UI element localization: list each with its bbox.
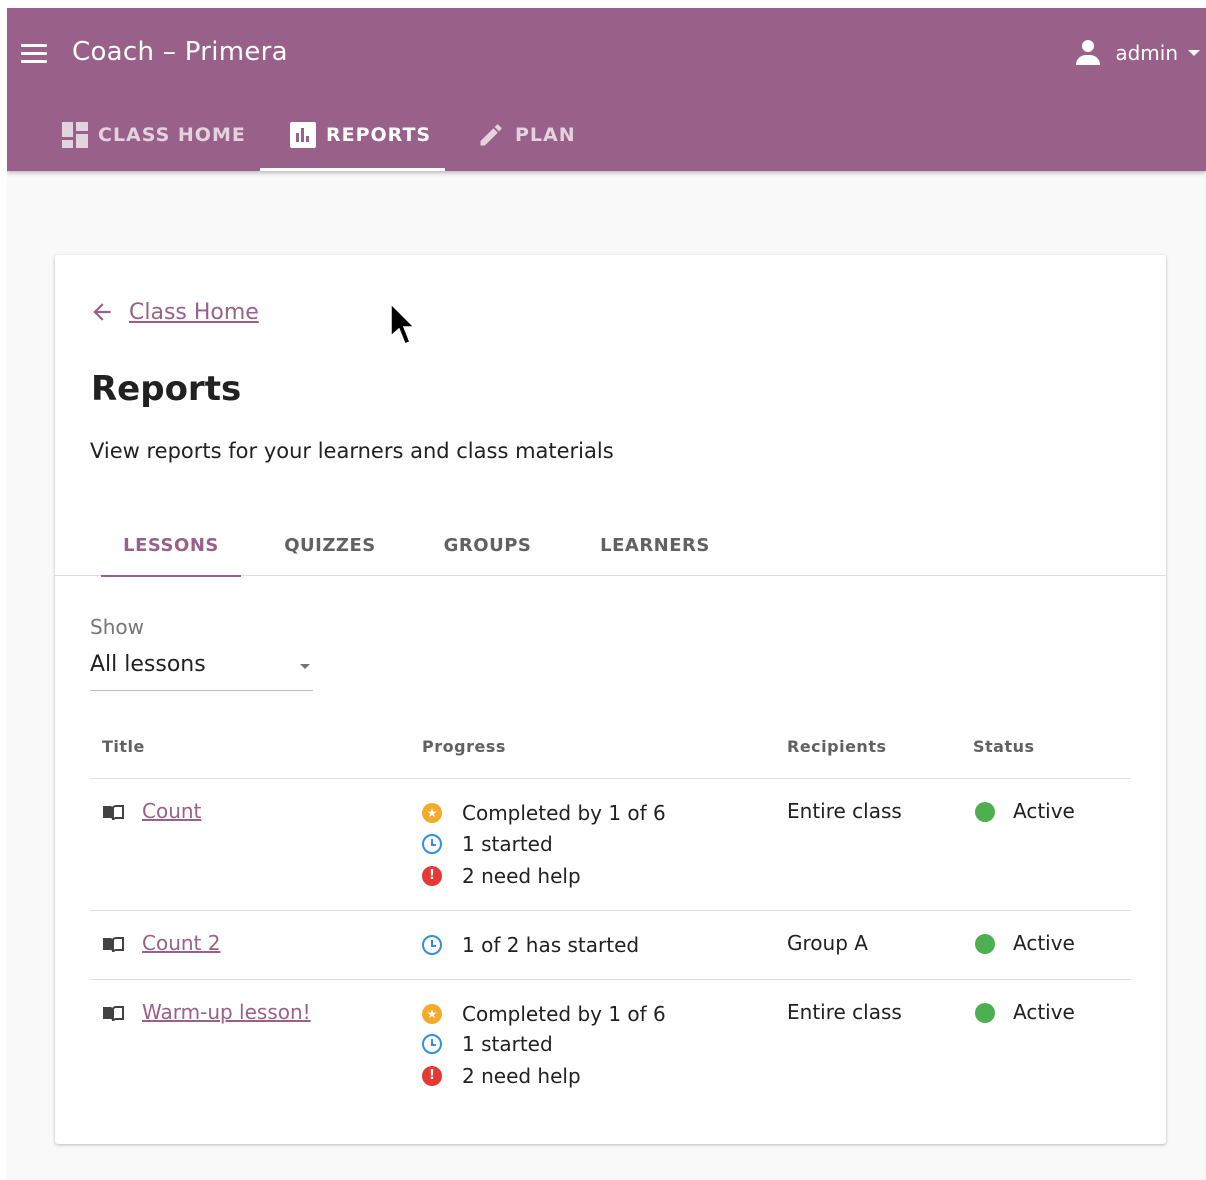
app-window: Coach – Primera admin CLASS HOME REPORTS… xyxy=(7,8,1206,1180)
nav-tab-plan[interactable]: PLAN xyxy=(445,98,605,171)
error-icon xyxy=(422,866,442,886)
person-icon xyxy=(1075,39,1101,67)
lesson-book-icon xyxy=(103,937,124,953)
tab-quizzes[interactable]: QUIZZES xyxy=(265,523,395,576)
lesson-title-link[interactable]: Count xyxy=(142,799,201,823)
recipients: Group A xyxy=(787,931,868,955)
select-value: All lessons xyxy=(90,652,206,677)
progress-need-help: 2 need help xyxy=(422,1062,581,1090)
clock-icon xyxy=(422,1034,442,1054)
recipients: Entire class xyxy=(787,799,902,823)
tab-groups[interactable]: GROUPS xyxy=(425,523,550,576)
back-link-label: Class Home xyxy=(129,299,259,325)
lesson-book-icon xyxy=(103,805,124,821)
star-icon xyxy=(422,803,442,823)
star-icon xyxy=(422,1004,442,1024)
table-header: Title Progress Recipients Status xyxy=(90,725,1131,779)
progress-text: 1 started xyxy=(462,832,553,856)
table-row: Count Completed by 1 of 6 1 started 2 ne… xyxy=(90,779,1131,911)
progress-completed: Completed by 1 of 6 xyxy=(422,1000,666,1028)
nav-tab-label: REPORTS xyxy=(326,123,432,146)
caret-down-icon xyxy=(300,664,310,669)
status-active-dot-icon xyxy=(975,802,995,822)
column-header-progress: Progress xyxy=(422,737,506,756)
dashboard-icon xyxy=(62,121,88,148)
lesson-book-icon xyxy=(103,1006,124,1022)
lessons-table: Title Progress Recipients Status Count C… xyxy=(90,725,1131,1112)
progress-text: 2 need help xyxy=(462,864,581,888)
tab-learners[interactable]: LEARNERS xyxy=(585,523,725,576)
progress-started: 1 of 2 has started xyxy=(422,931,639,959)
error-icon xyxy=(422,1066,442,1086)
app-title: Coach – Primera xyxy=(72,37,288,67)
nav-tab-label: PLAN xyxy=(515,123,576,146)
progress-text: Completed by 1 of 6 xyxy=(462,801,666,825)
status-text: Active xyxy=(1013,799,1075,823)
nav-tab-reports[interactable]: REPORTS xyxy=(260,98,445,171)
hamburger-menu-icon[interactable] xyxy=(19,42,49,66)
bar-chart-icon xyxy=(290,121,316,148)
column-header-recipients: Recipients xyxy=(787,737,887,756)
page-title: Reports xyxy=(91,369,242,409)
filter-label: Show xyxy=(90,615,144,639)
lesson-title-link[interactable]: Count 2 xyxy=(142,931,220,955)
status-active-dot-icon xyxy=(975,1003,995,1023)
column-header-status: Status xyxy=(973,737,1035,756)
arrow-back-icon xyxy=(93,303,111,321)
lesson-title-link[interactable]: Warm-up lesson! xyxy=(142,1000,311,1024)
mouse-cursor-icon xyxy=(390,302,416,345)
clock-icon xyxy=(422,935,442,955)
recipients: Entire class xyxy=(787,1000,902,1024)
pencil-icon xyxy=(480,123,502,145)
app-bar: Coach – Primera admin CLASS HOME REPORTS… xyxy=(7,8,1206,171)
status-text: Active xyxy=(1013,931,1075,955)
status-text: Active xyxy=(1013,1000,1075,1024)
progress-text: 1 of 2 has started xyxy=(462,933,640,957)
column-header-title: Title xyxy=(102,737,145,756)
user-name: admin xyxy=(1115,41,1178,65)
progress-need-help: 2 need help xyxy=(422,862,581,890)
page-description: View reports for your learners and class… xyxy=(90,439,614,463)
progress-completed: Completed by 1 of 6 xyxy=(422,799,666,827)
progress-text: 1 started xyxy=(462,1032,553,1056)
progress-text: Completed by 1 of 6 xyxy=(462,1002,666,1026)
reports-card: Class Home Reports View reports for your… xyxy=(55,255,1166,1144)
progress-started: 1 started xyxy=(422,830,553,858)
table-row: Warm-up lesson! Completed by 1 of 6 1 st… xyxy=(90,980,1131,1112)
lessons-filter-select[interactable]: All lessons xyxy=(90,647,313,691)
coach-nav-tabs: CLASS HOME REPORTS PLAN xyxy=(7,98,605,171)
table-row: Count 2 1 of 2 has started Group A Activ… xyxy=(90,911,1131,980)
tab-lessons[interactable]: LESSONS xyxy=(101,523,241,577)
status-active-dot-icon xyxy=(975,934,995,954)
report-tabs: LESSONS QUIZZES GROUPS LEARNERS xyxy=(55,523,1166,577)
clock-icon xyxy=(422,834,442,854)
user-menu[interactable]: admin xyxy=(1075,36,1200,70)
progress-started: 1 started xyxy=(422,1030,553,1058)
progress-text: 2 need help xyxy=(462,1064,581,1088)
nav-tab-class-home[interactable]: CLASS HOME xyxy=(62,98,260,171)
back-link-class-home[interactable]: Class Home xyxy=(89,299,259,325)
nav-tab-label: CLASS HOME xyxy=(98,123,246,146)
caret-down-icon xyxy=(1188,50,1200,56)
